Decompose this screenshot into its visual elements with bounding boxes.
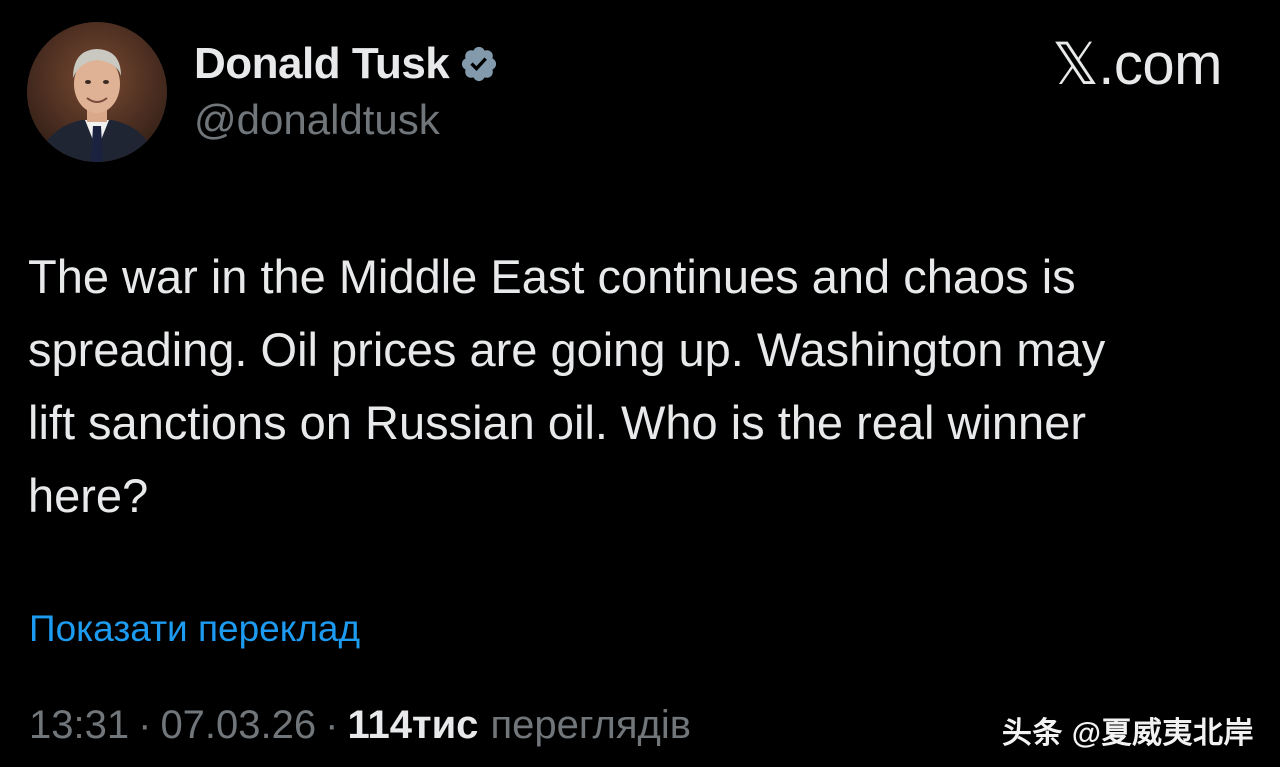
meta-separator: · [325,703,339,747]
show-translation-link[interactable]: Показати переклад [29,608,360,650]
display-name[interactable]: Donald Tusk [194,39,450,89]
avatar[interactable] [27,22,167,162]
tweet-meta: 13:31 · 07.03.26 · 114тис переглядів [29,703,691,748]
tweet-time[interactable]: 13:31 [29,703,129,748]
verified-badge-icon[interactable] [459,44,499,84]
tweet-text: The war in the Middle East continues and… [28,250,1106,522]
tweet-date[interactable]: 07.03.26 [160,703,316,748]
profile-photo [27,22,167,162]
x-brand-logo: 𝕏.com [1052,32,1222,97]
views-label: переглядів [490,703,692,747]
author-name-row: Donald Tusk [194,36,499,92]
handle[interactable]: @donaldtusk [194,96,440,144]
watermark: 头条 @夏威夷北岸 [1001,717,1254,750]
views-count: 114тис [347,703,479,747]
meta-separator: · [138,703,152,747]
